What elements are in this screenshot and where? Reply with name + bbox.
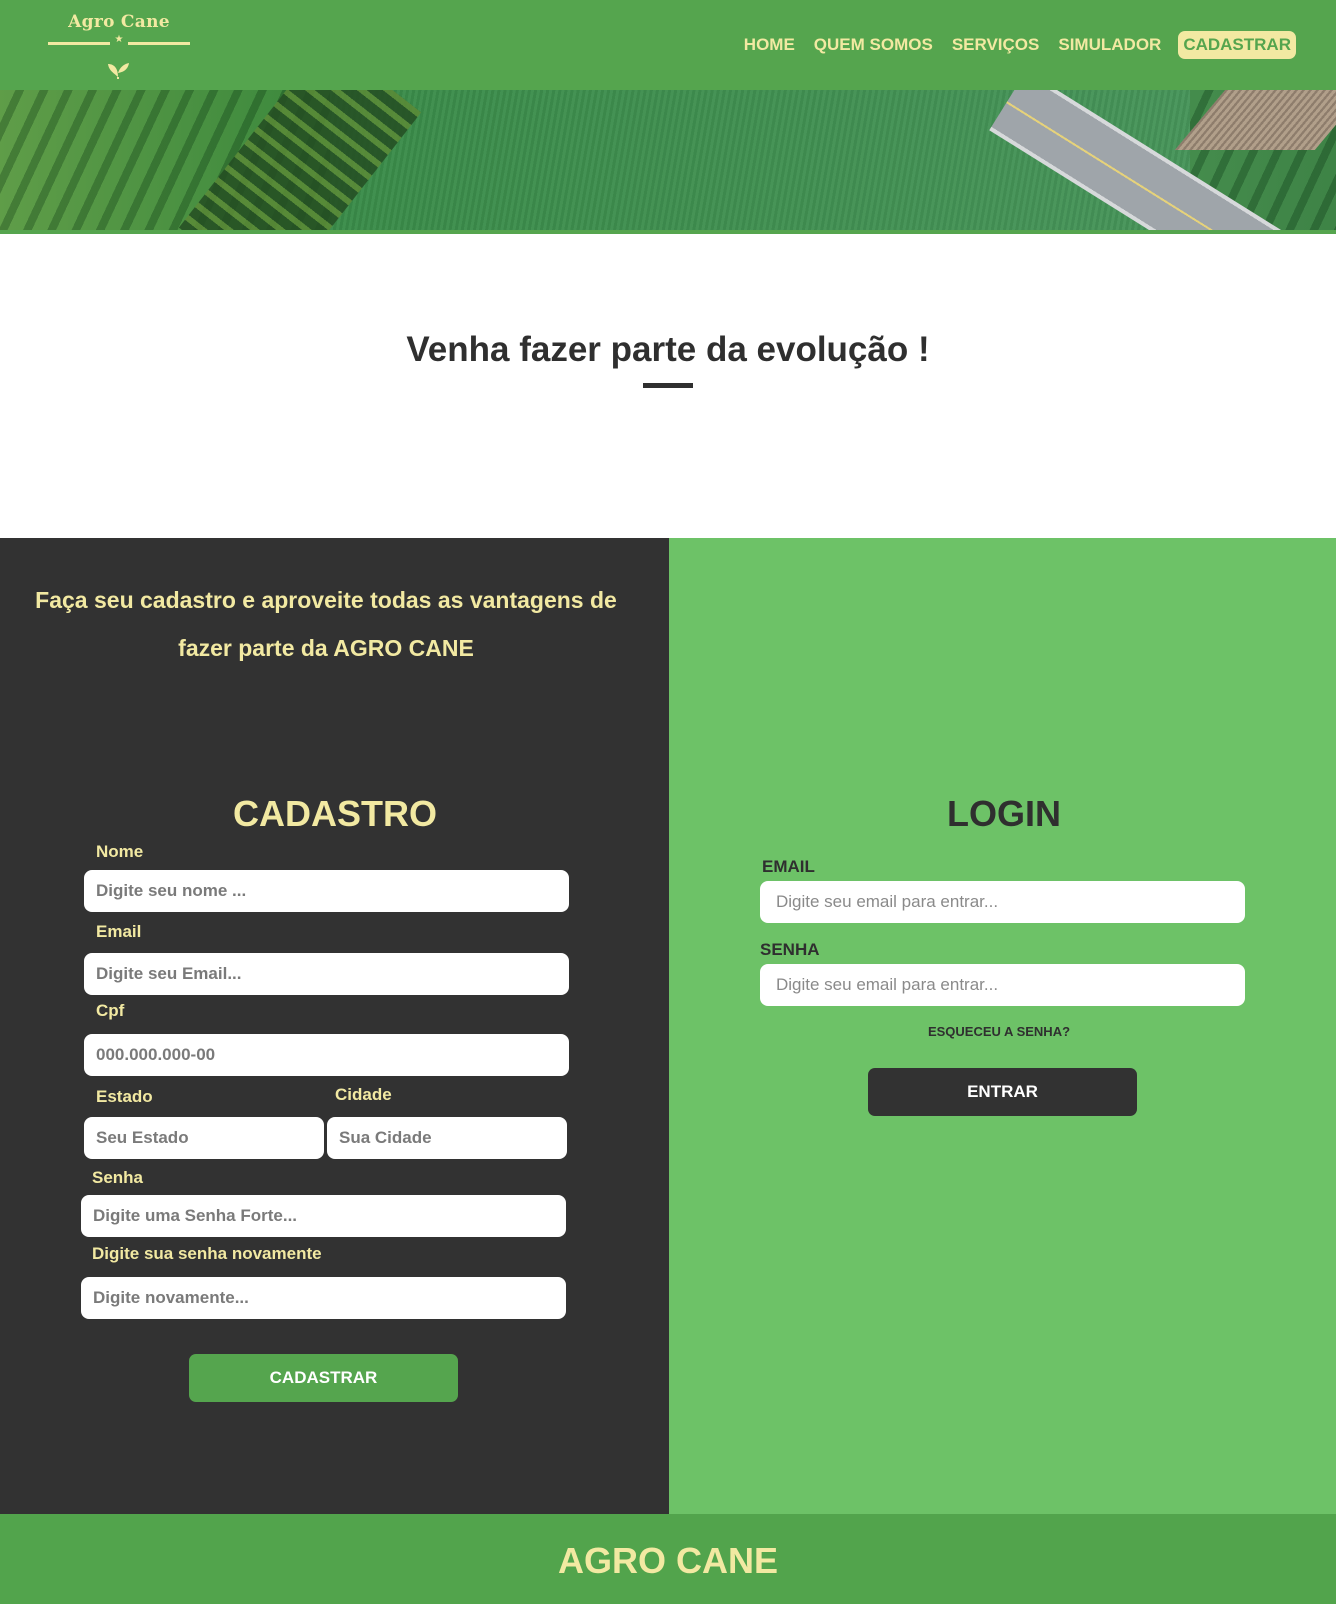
logo-divider-left — [48, 42, 110, 45]
star-icon: ★ — [114, 34, 124, 45]
cadastrar-button[interactable]: CADASTRAR — [189, 1354, 458, 1402]
title-underline — [643, 383, 693, 388]
hero-plowed-field — [1174, 90, 1336, 150]
cpf-label: Cpf — [96, 1001, 125, 1020]
login-panel: LOGIN EMAIL SENHA ESQUECEU A SENHA? ENTR… — [669, 538, 1336, 1514]
cidade-input[interactable] — [327, 1117, 567, 1159]
nome-input[interactable] — [84, 870, 569, 912]
cpf-input[interactable] — [84, 1034, 569, 1076]
estado-input[interactable] — [84, 1117, 324, 1159]
cadastro-title: CADASTRO — [233, 793, 437, 834]
login-email-label: EMAIL — [762, 857, 815, 876]
login-senha-label: SENHA — [760, 940, 820, 959]
nome-label: Nome — [96, 842, 144, 861]
leaf-icon — [108, 63, 129, 79]
senha-confirm-input[interactable] — [81, 1277, 566, 1319]
cadastro-panel: Faça seu cadastro e aproveite todas as v… — [0, 538, 669, 1514]
nav-quem-somos[interactable]: QUEM SOMOS — [814, 35, 933, 55]
footer-brand: AGRO CANE — [557, 1540, 778, 1581]
nav-cadastrar[interactable]: CADASTRAR — [1178, 31, 1296, 59]
cadastro-promo-text: Faça seu cadastro e aproveite todas as v… — [35, 587, 617, 661]
login-title: LOGIN — [947, 793, 1061, 834]
senha-label: Senha — [92, 1168, 144, 1187]
hero-banner-image — [0, 90, 1336, 234]
agro-cane-logo[interactable]: Agro Cane ★ — [46, 10, 192, 82]
nav-servicos[interactable]: SERVIÇOS — [952, 35, 1040, 55]
forgot-password-link[interactable]: ESQUECEU A SENHA? — [799, 1024, 1199, 1039]
cidade-label: Cidade — [335, 1085, 392, 1104]
nav-home[interactable]: HOME — [744, 35, 795, 55]
email-input[interactable] — [84, 953, 569, 995]
login-senha-input[interactable] — [760, 964, 1245, 1006]
senha-confirm-label: Digite sua senha novamente — [92, 1244, 322, 1263]
logo-text: Agro Cane — [68, 12, 170, 32]
nav-simulador[interactable]: SIMULADOR — [1058, 35, 1161, 55]
entrar-button[interactable]: ENTRAR — [868, 1068, 1137, 1116]
logo-divider-right — [128, 42, 190, 45]
page-title: Venha fazer parte da evolução ! — [406, 330, 930, 369]
email-label: Email — [96, 922, 142, 941]
estado-label: Estado — [96, 1087, 153, 1106]
site-footer: AGRO CANE — [0, 1514, 1336, 1604]
main-nav: HOME QUEM SOMOS SERVIÇOS SIMULADOR CADAS… — [725, 31, 1296, 59]
site-header: Agro Cane ★ HOME QUEM SOMOS SERVIÇOS SIM… — [0, 0, 1336, 90]
senha-input[interactable] — [81, 1195, 566, 1237]
login-email-input[interactable] — [760, 881, 1245, 923]
